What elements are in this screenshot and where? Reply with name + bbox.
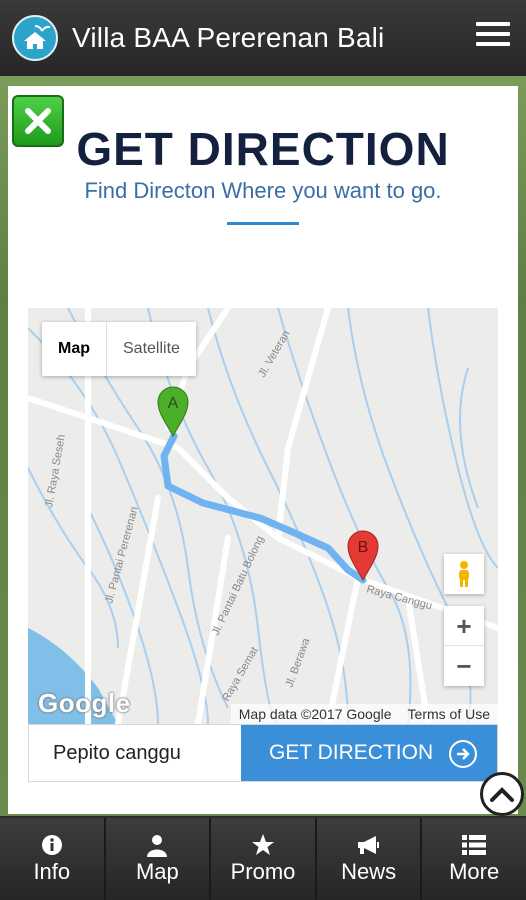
nav-info[interactable]: Info xyxy=(0,818,106,900)
nav-more[interactable]: More xyxy=(422,818,526,900)
modal-subtitle: Find Directon Where you want to go. xyxy=(84,178,442,203)
star-icon xyxy=(251,833,275,857)
zoom-out-button[interactable]: − xyxy=(444,646,484,686)
bottom-navigation: Info Map Promo News More xyxy=(0,818,526,900)
destination-input[interactable] xyxy=(29,725,241,781)
direction-modal: GET DIRECTION Find Directon Where you wa… xyxy=(8,86,518,814)
map-type-map-button[interactable]: Map xyxy=(42,322,107,376)
road-label: Raya Canggu xyxy=(365,583,433,612)
map-data-text: Map data ©2017 Google xyxy=(238,706,392,722)
road-label: Jl. Berawa xyxy=(284,636,313,689)
marker-a[interactable]: A xyxy=(157,386,189,438)
street-view-pegman-icon[interactable] xyxy=(444,554,484,594)
nav-label: Info xyxy=(33,859,71,884)
nav-promo[interactable]: Promo xyxy=(211,818,317,900)
arrow-right-circle-icon xyxy=(449,740,477,768)
terms-link[interactable]: Terms of Use xyxy=(408,706,490,722)
map-type-satellite-button[interactable]: Satellite xyxy=(107,322,196,376)
marker-a-label: A xyxy=(168,395,179,412)
app-title: Villa BAA Pererenan Bali xyxy=(72,22,385,53)
road-label: Jl. Veteran xyxy=(256,328,292,379)
map-type-control: Map Satellite xyxy=(42,322,196,376)
nav-label: Map xyxy=(135,859,179,884)
nav-map[interactable]: Map xyxy=(105,818,212,900)
direction-form: GET DIRECTION xyxy=(28,724,498,782)
villa-logo xyxy=(12,15,58,61)
scroll-to-top-button[interactable] xyxy=(480,772,524,816)
get-direction-label: GET DIRECTION xyxy=(269,741,434,764)
palm-house-icon xyxy=(24,25,51,49)
hamburger-menu-icon[interactable] xyxy=(476,22,510,50)
title-divider xyxy=(227,222,299,225)
get-direction-button[interactable]: GET DIRECTION xyxy=(241,725,497,781)
nav-news[interactable]: News xyxy=(316,818,423,900)
nav-label: Promo xyxy=(230,859,296,884)
list-icon xyxy=(462,833,487,857)
road-label: Jl. Raya Seseh xyxy=(43,434,68,509)
megaphone-icon xyxy=(356,833,382,857)
zoom-control: + − xyxy=(444,606,484,686)
info-icon xyxy=(41,833,63,857)
chevron-up-icon xyxy=(490,787,514,802)
google-logo: Google xyxy=(38,688,131,718)
map-attribution: Map data ©2017 Google Terms of Use xyxy=(230,704,498,724)
road-label: Raya Semat xyxy=(220,645,261,703)
google-map[interactable]: Jl. Veteran Jl. Raya Seseh Jl. Pantai Pe… xyxy=(28,308,498,724)
nav-label: More xyxy=(449,859,500,884)
modal-title: GET DIRECTION xyxy=(76,123,450,175)
app-header: Villa BAA Pererenan Bali xyxy=(0,0,526,76)
zoom-in-button[interactable]: + xyxy=(444,606,484,646)
nav-label: News xyxy=(341,859,397,884)
person-icon xyxy=(145,833,169,857)
marker-b-label: B xyxy=(358,539,369,556)
